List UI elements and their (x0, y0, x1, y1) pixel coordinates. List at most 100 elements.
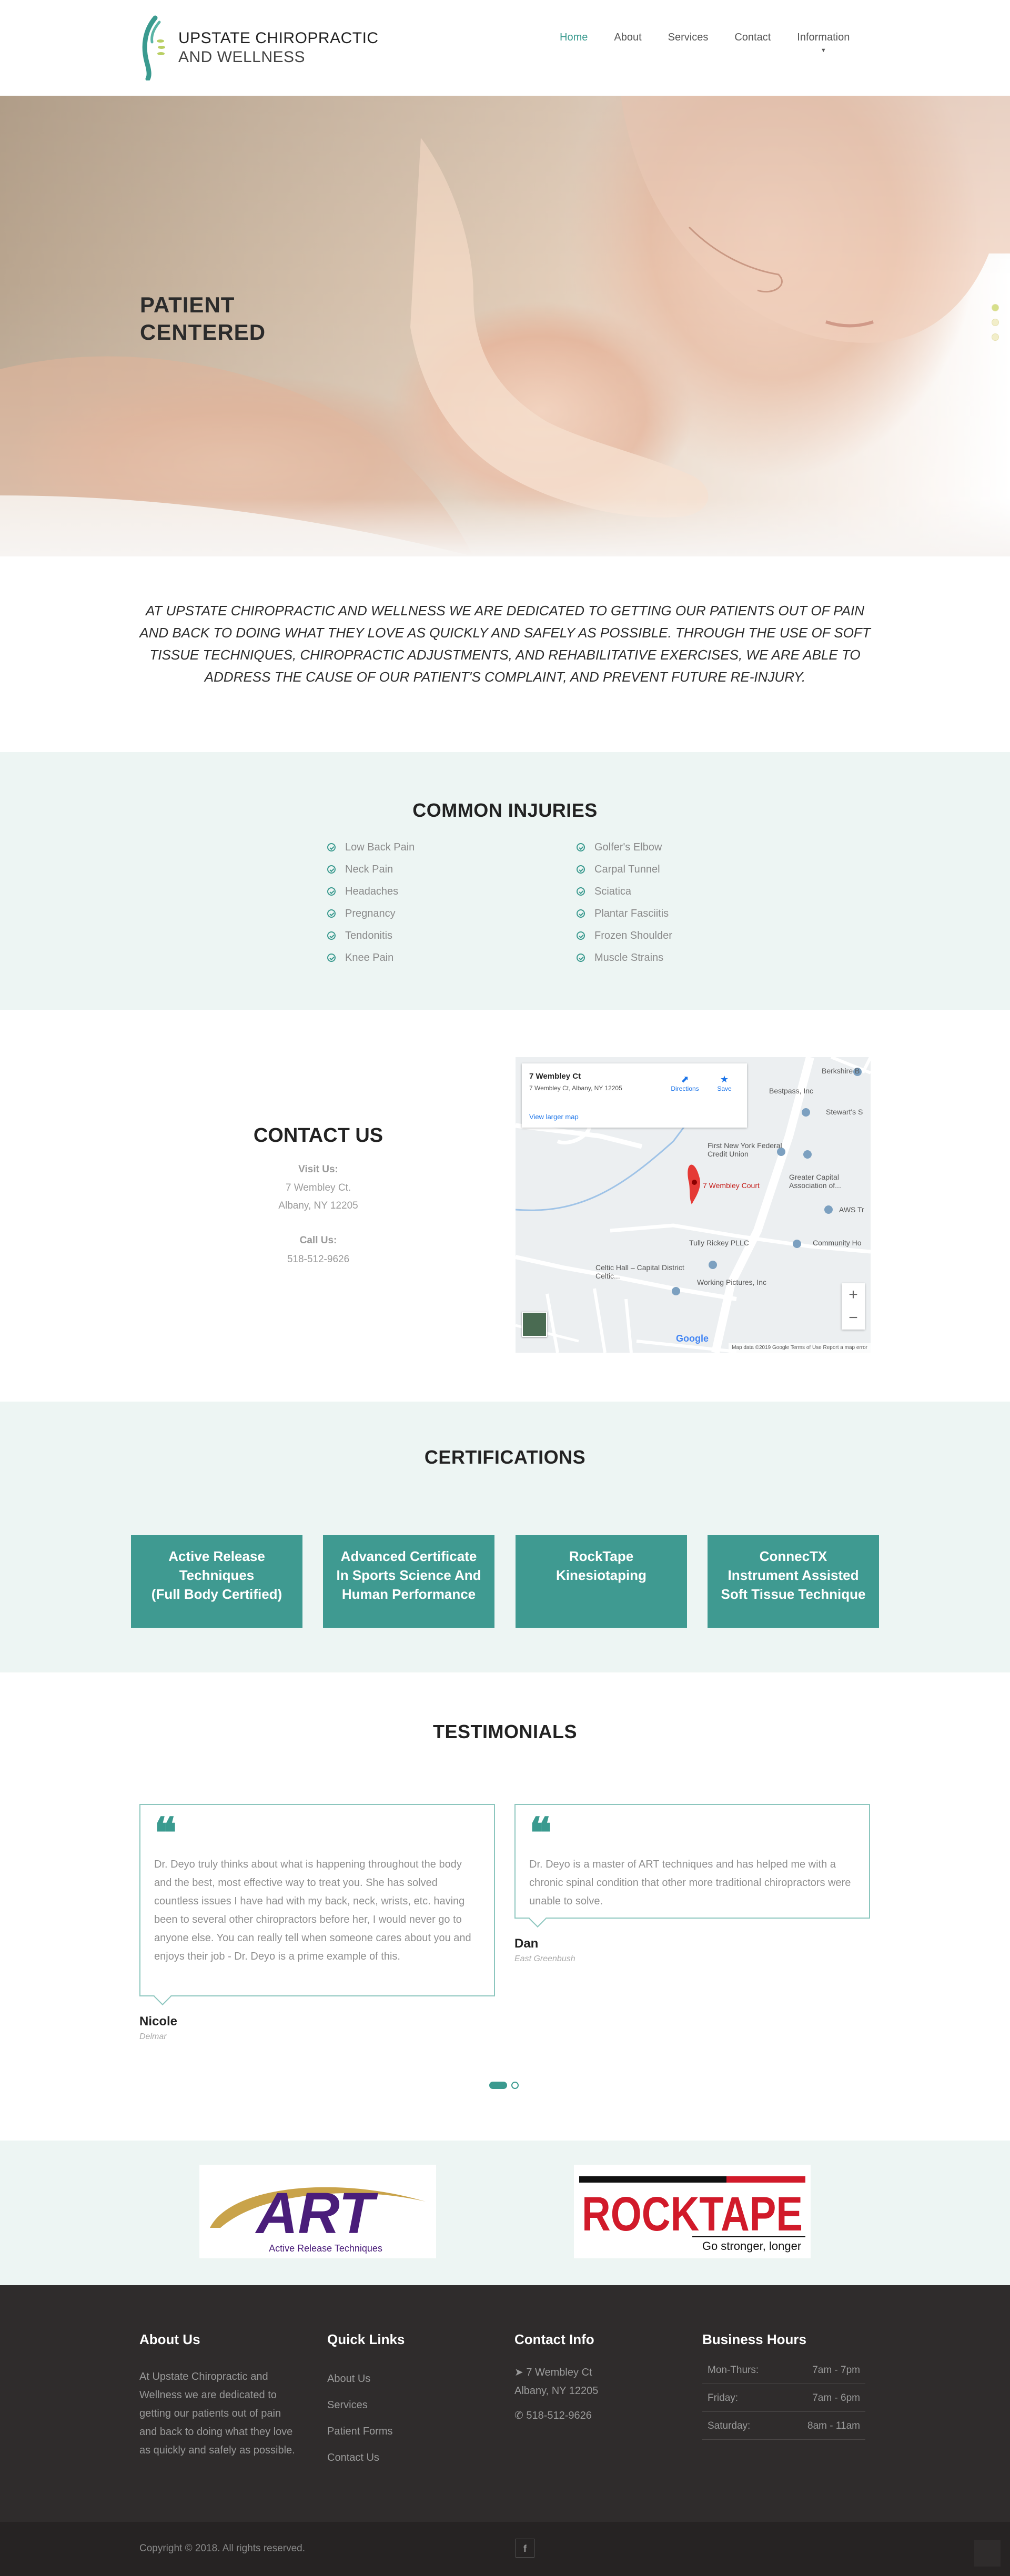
footer-address-line2: Albany, NY 12205 (514, 2385, 599, 2397)
nav-information[interactable]: Information ▼ (797, 32, 850, 54)
zoom-in-button[interactable]: + (842, 1283, 865, 1306)
hours-row: Friday: 7am - 6pm (702, 2384, 865, 2412)
nav-information-label: Information (797, 32, 850, 43)
testimonial-location: Delmar (139, 2032, 167, 2041)
slider-dot-1[interactable] (992, 304, 999, 311)
hero-title-line2: CENTERED (140, 320, 266, 344)
satellite-toggle[interactable] (522, 1312, 547, 1337)
hours-row: Saturday: 8am - 11am (702, 2412, 865, 2440)
footer-link-about[interactable]: About Us (327, 2366, 485, 2392)
testimonial-author: Nicole (139, 2014, 178, 2029)
check-circle-icon (577, 865, 585, 874)
list-item: Knee Pain (327, 947, 415, 969)
map-place-address: 7 Wembley Ct, Albany, NY 12205 (529, 1084, 622, 1092)
svg-text:ROCKTAPE: ROCKTAPE (582, 2187, 803, 2241)
map-poi-label: Berkshire B (822, 1067, 860, 1075)
hero-title-line1: PATIENT (140, 292, 235, 317)
check-circle-icon (577, 931, 585, 940)
list-item: Tendonitis (327, 925, 415, 947)
injuries-list-right: Golfer's Elbow Carpal Tunnel Sciatica Pl… (577, 836, 672, 969)
directions-button[interactable]: ⬈ Directions (669, 1074, 701, 1092)
star-icon: ★ (720, 1074, 729, 1084)
footer-link-patient-forms[interactable]: Patient Forms (327, 2418, 485, 2445)
footer-about-text: At Upstate Chiropractic and Wellness we … (139, 2371, 295, 2456)
spine-logo-icon (139, 15, 171, 82)
svg-text:ART: ART (255, 2181, 378, 2246)
main-nav: Home About Services Contact Information … (560, 32, 876, 54)
nav-about[interactable]: About (614, 32, 641, 44)
slider-dot-3[interactable] (992, 333, 999, 341)
map-poi-label: Celtic Hall – Capital District Celtic... (595, 1263, 684, 1280)
footer-hours-title: Business Hours (702, 2331, 806, 2347)
map-place-name: 7 Wembley Ct (529, 1072, 581, 1081)
testimonial-location: East Greenbush (514, 1954, 575, 1963)
nav-contact[interactable]: Contact (734, 32, 771, 44)
location-arrow-icon: ➤ (514, 2367, 527, 2378)
list-item: Pregnancy (327, 902, 415, 925)
footer-bottom-bar: Copyright © 2018. All rights reserved. f (0, 2522, 1010, 2576)
quote-icon: ❝ (529, 1808, 552, 1858)
check-circle-icon (327, 954, 336, 962)
cert-card-sports-science: Advanced Certificate In Sports Science A… (323, 1535, 494, 1628)
map-attribution[interactable]: Map data ©2019 Google Terms of Use Repor… (729, 1343, 871, 1353)
testimonial-card: ❝ Dr. Deyo truly thinks about what is ha… (139, 1804, 495, 1996)
logo-line2: AND WELLNESS (178, 48, 306, 66)
google-logo: Google (676, 1333, 709, 1344)
partner-logos: ART Active Release Techniques ROCKTAPE G… (0, 2141, 1010, 2285)
back-to-top-button[interactable] (974, 2540, 1001, 2567)
cert-card-art: Active Release Techniques (Full Body Cer… (131, 1535, 302, 1628)
check-circle-icon (327, 843, 336, 851)
save-button[interactable]: ★ Save (711, 1074, 738, 1092)
rocktape-logo: ROCKTAPE Go stronger, longer (574, 2165, 811, 2258)
view-larger-map-link[interactable]: View larger map (529, 1113, 579, 1121)
address-line1: 7 Wembley Ct. (285, 1182, 351, 1193)
zoom-out-button[interactable]: − (842, 1306, 865, 1330)
carousel-dot-1[interactable] (489, 2082, 507, 2089)
check-circle-icon (577, 909, 585, 918)
testimonial-pagination (489, 2082, 523, 2089)
map-poi-label: First New York Federal Credit Union (708, 1141, 782, 1158)
certifications-title: CERTIFICATIONS (424, 1446, 586, 1468)
check-circle-icon (327, 909, 336, 918)
svg-text:Active Release Techniques: Active Release Techniques (269, 2243, 382, 2254)
hero-title: PATIENT CENTERED (140, 291, 266, 346)
testimonials-title: TESTIMONIALS (433, 1721, 577, 1742)
check-circle-icon (327, 865, 336, 874)
testimonial-author: Dan (514, 1936, 539, 1951)
list-item: Frozen Shoulder (577, 925, 672, 947)
google-map[interactable]: 7 Wembley Ct 7 Wembley Ct, Albany, NY 12… (516, 1057, 871, 1353)
footer-about: About Us At Upstate Chiropractic and Wel… (139, 2331, 297, 2460)
injuries-title: COMMON INJURIES (412, 799, 598, 821)
facebook-icon[interactable]: f (516, 2539, 534, 2558)
testimonials-section: TESTIMONIALS ❝ Dr. Deyo truly thinks abo… (0, 1672, 1010, 2141)
injuries-list-left: Low Back Pain Neck Pain Headaches Pregna… (327, 836, 415, 969)
carousel-dot-2[interactable] (511, 2082, 519, 2089)
footer-link-services[interactable]: Services (327, 2392, 485, 2418)
copyright-text: Copyright © 2018. All rights reserved. (139, 2543, 305, 2554)
list-item: Sciatica (577, 880, 672, 902)
list-item: Plantar Fasciitis (577, 902, 672, 925)
nav-services[interactable]: Services (668, 32, 709, 44)
list-item: Low Back Pain (327, 836, 415, 858)
map-poi-label: Tully Rickey PLLC (689, 1239, 749, 1247)
footer-link-contact[interactable]: Contact Us (327, 2445, 485, 2471)
nav-home[interactable]: Home (560, 32, 588, 44)
caret-down-icon: ▼ (820, 47, 826, 54)
slider-pagination (992, 304, 999, 348)
site-footer: About Us At Upstate Chiropractic and Wel… (0, 2285, 1010, 2522)
site-logo[interactable]: UPSTATE CHIROPRACTIC AND WELLNESS (139, 15, 379, 82)
map-place-card: 7 Wembley Ct 7 Wembley Ct, Albany, NY 12… (522, 1063, 747, 1128)
call-label: Call Us: (299, 1235, 337, 1246)
slider-dot-2[interactable] (992, 319, 999, 326)
check-circle-icon (327, 887, 336, 896)
phone-number[interactable]: 518-512-9626 (139, 1254, 497, 1265)
list-item: Neck Pain (327, 858, 415, 880)
footer-contact-title: Contact Info (514, 2331, 594, 2347)
footer-phone: 518-512-9626 (526, 2410, 592, 2421)
list-item: Muscle Strains (577, 947, 672, 969)
contact-title: CONTACT US (253, 1124, 383, 1147)
list-item: Carpal Tunnel (577, 858, 672, 880)
map-pin-label: 7 Wembley Court (703, 1181, 760, 1190)
testimonial-text: Dr. Deyo truly thinks about what is happ… (154, 1859, 471, 1962)
map-poi-label: AWS Tr (839, 1205, 864, 1214)
